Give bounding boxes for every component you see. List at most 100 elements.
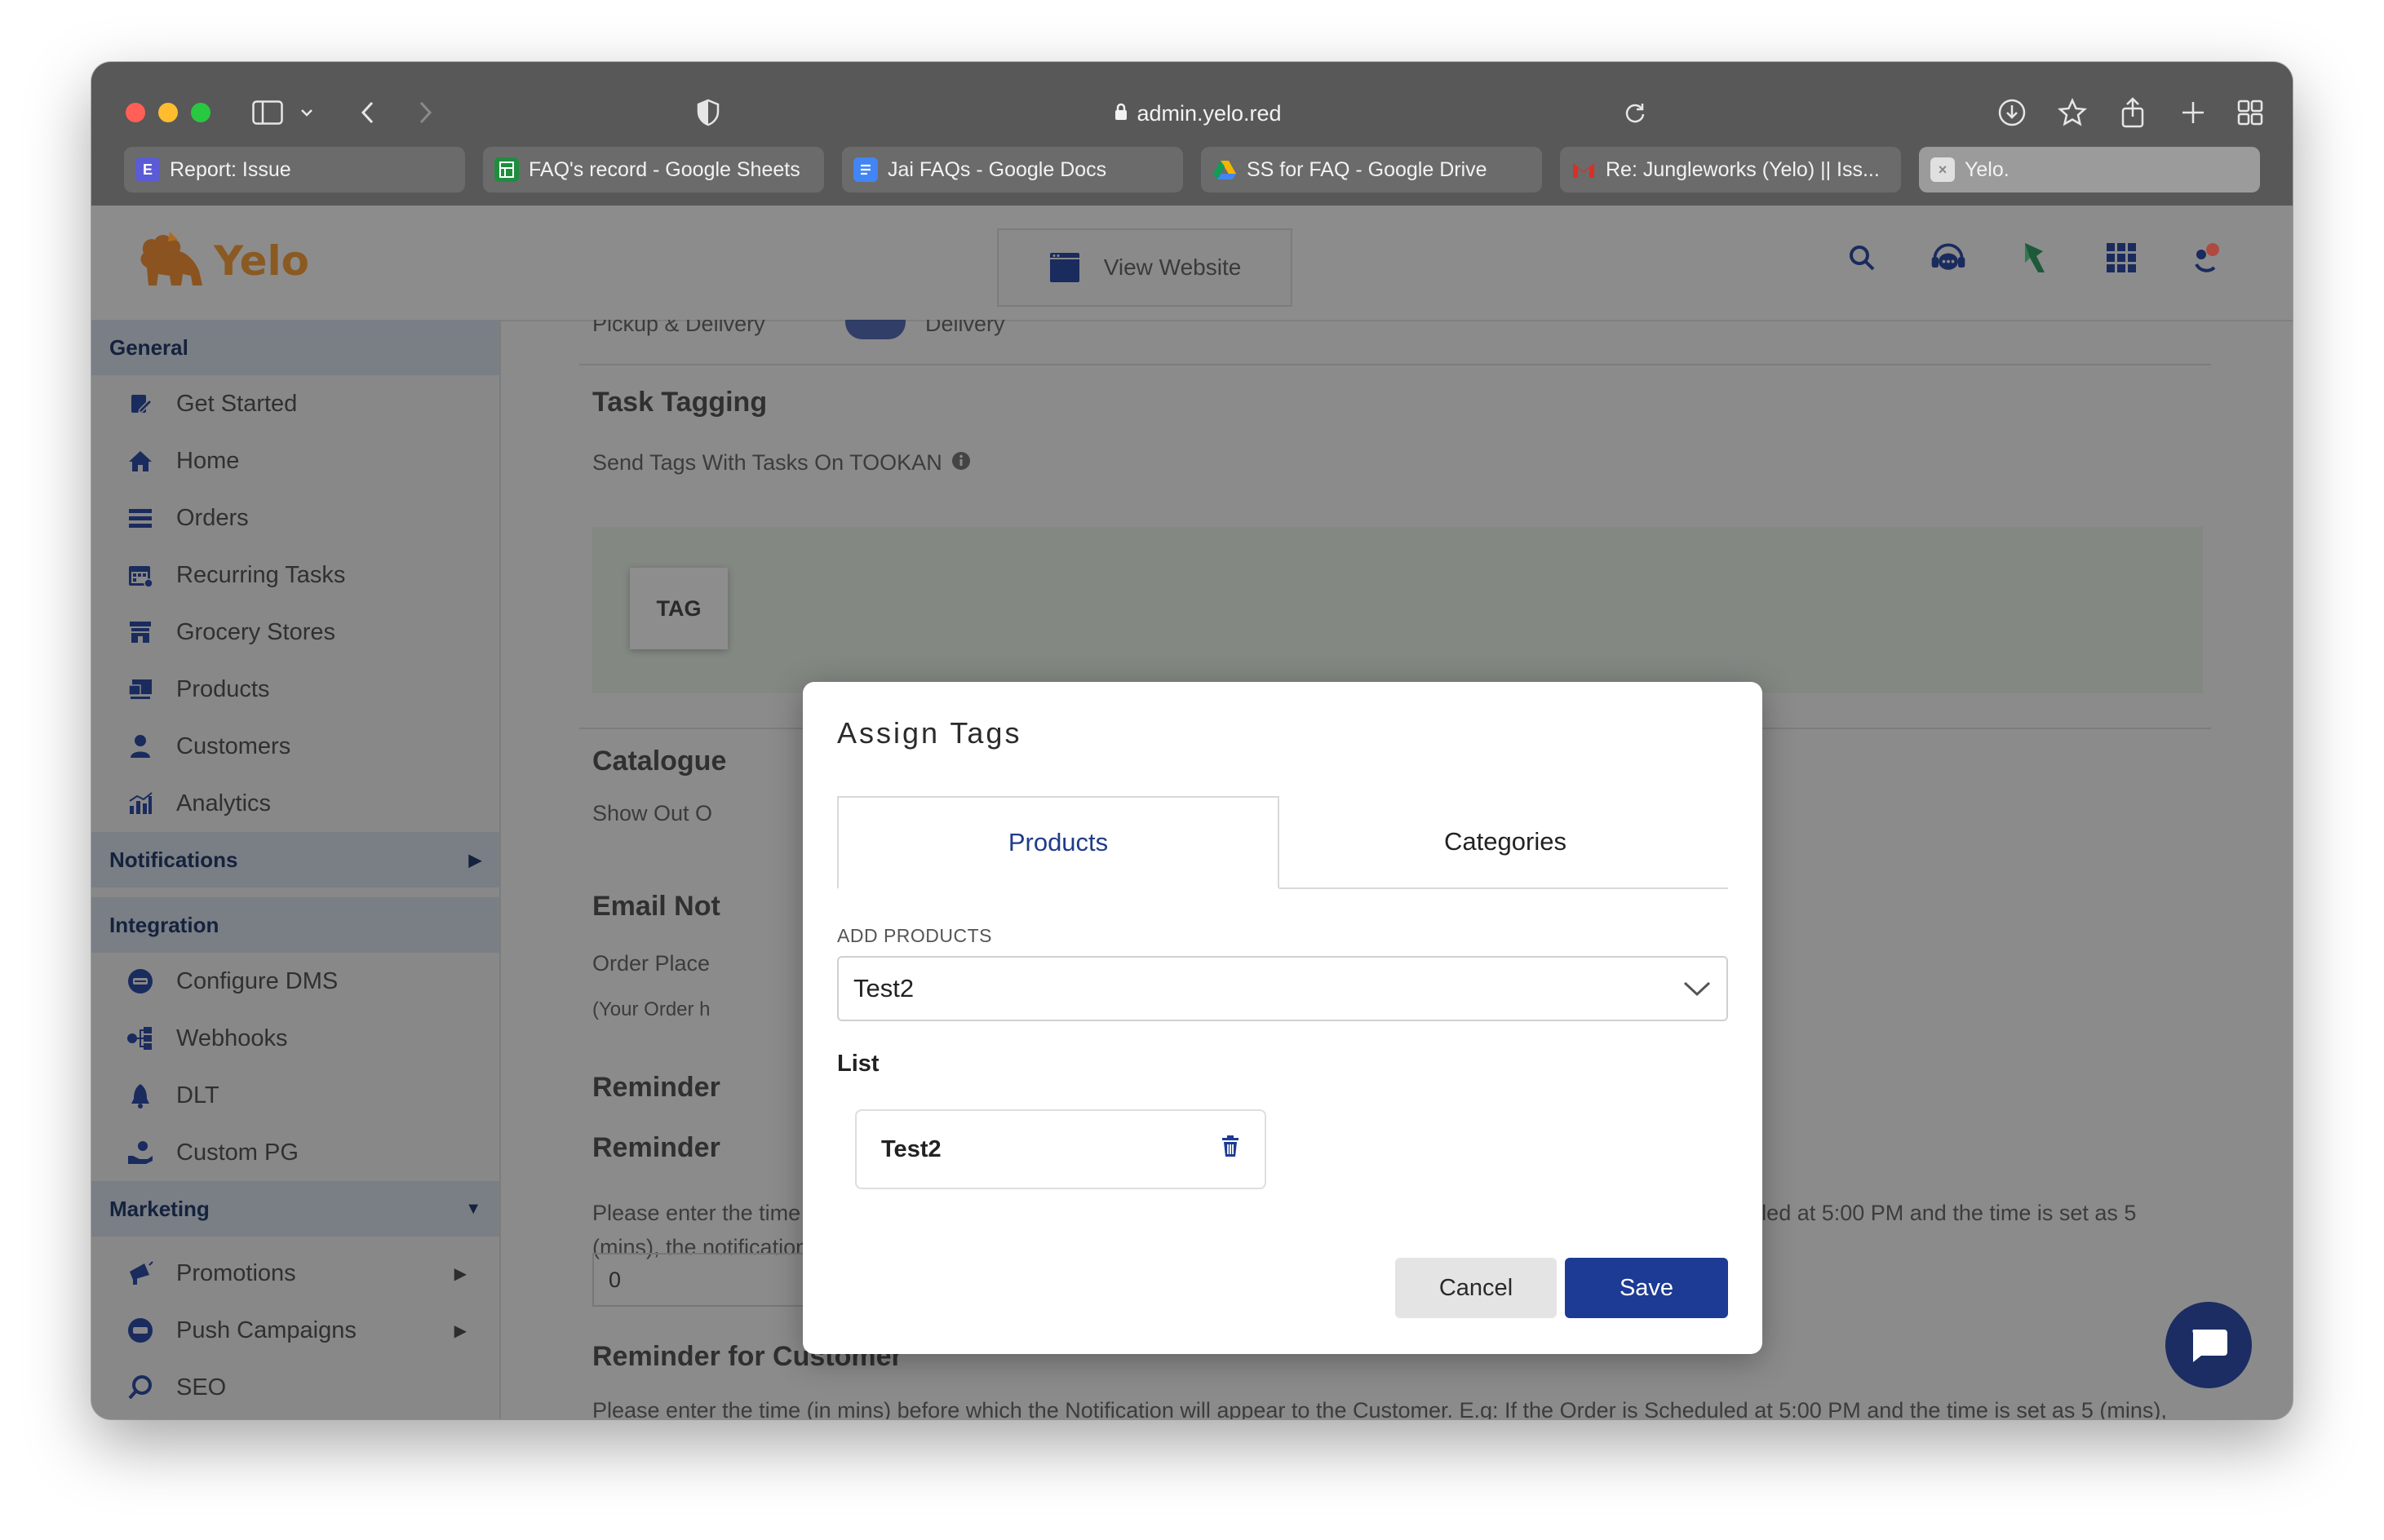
sidebar-item-grocery-stores[interactable]: Grocery Stores [91,604,499,661]
tab-title: Re: Jungleworks (Yelo) || Iss... [1606,157,1880,181]
analytics-icon [124,787,157,820]
sidebar-item-label: Recurring Tasks [176,561,346,588]
info-icon[interactable] [951,451,971,476]
sidebar-item-label: Promotions [176,1259,296,1286]
new-tab-icon[interactable] [2175,91,2211,134]
forward-icon[interactable] [410,91,442,134]
tab-title: Jai FAQs - Google Docs [888,157,1107,181]
tab-products[interactable]: Products [837,796,1279,889]
sidebar-item-push-campaigns[interactable]: Push Campaigns ▶ [91,1302,499,1359]
sidebar-item-label: Home [176,447,240,474]
sidebar-item-home[interactable]: Home [91,432,499,489]
browser-tab[interactable]: Re: Jungleworks (Yelo) || Iss... [1560,147,1901,192]
browser-tab[interactable]: Jai FAQs - Google Docs [842,147,1183,192]
sidebar-item-analytics[interactable]: Analytics [91,775,499,832]
list-item: Test2 [855,1109,1266,1189]
customer-icon [124,730,157,763]
sidebar-item-dlt[interactable]: DLT [91,1067,499,1124]
delivery-mode-label: Pickup & Delivery [592,320,765,336]
tab-overview-icon[interactable] [2232,91,2268,134]
send-tags-label: Send Tags With Tasks On TOOKAN [592,450,971,476]
browser-window: admin.yelo.red E Report: Issue FAQ's rec… [91,62,2293,1419]
maximize-window-button[interactable] [191,103,210,122]
delivery-toggle[interactable] [845,320,906,339]
sidebar-item-orders[interactable]: Orders [91,489,499,547]
close-window-button[interactable] [126,103,145,122]
back-icon[interactable] [351,91,383,134]
bird-app-icon[interactable] [2015,238,2054,277]
sidebar-item-label: Configure DMS [176,967,339,994]
tab-title: FAQ's record - Google Sheets [529,157,800,181]
tags-container: TAG [592,527,2203,693]
product-select[interactable]: Test2 [837,956,1728,1021]
share-icon[interactable] [2115,91,2151,134]
yelo-logo[interactable]: Yelo [132,228,309,294]
sidebar-item-label: Push Campaigns [176,1317,357,1343]
browser-tab-active[interactable]: × Yelo. [1919,147,2260,192]
sidebar-item-get-started[interactable]: Get Started [91,375,499,432]
save-button[interactable]: Save [1565,1258,1728,1318]
browser-tab[interactable]: SS for FAQ - Google Drive [1201,147,1542,192]
sidebar-item-configure-dms[interactable]: Configure DMS [91,953,499,1010]
sidebar-item-webhooks[interactable]: Webhooks [91,1010,499,1067]
sidebar: General Get Started Home Orders Recurrin… [91,320,501,1419]
section-label: Notifications [109,847,238,872]
sidebar-section-integration[interactable]: Integration [91,897,499,953]
tab-strip: E Report: Issue FAQ's record - Google Sh… [124,147,2260,192]
browser-tab[interactable]: FAQ's record - Google Sheets [483,147,824,192]
yelo-favicon-icon: × [1930,157,1955,182]
dlt-bell-icon [124,1079,157,1112]
products-icon [124,673,157,706]
sidebar-item-customers[interactable]: Customers [91,718,499,775]
privacy-shield-icon[interactable] [692,91,725,134]
section-label: Integration [109,912,219,937]
input-value: 0 [609,1267,622,1292]
app-header: Yelo View Website [91,206,2293,321]
section-label: Marketing [109,1196,210,1221]
payment-hand-icon [124,1136,157,1169]
catalogue-heading: Catalogue [592,746,727,777]
add-products-label: ADD PRODUCTS [837,925,993,946]
download-icon[interactable] [1994,91,2030,134]
reminder-store-heading: Reminder [592,1132,720,1163]
tag-card[interactable]: TAG [630,568,728,649]
chevron-down-icon [1682,974,1712,1003]
task-tagging-heading: Task Tagging [592,387,768,418]
search-icon[interactable] [1842,238,1881,277]
delivery-option-label: Delivery [925,320,1005,336]
sidebar-item-seo[interactable]: SEO [91,1359,499,1416]
caret-right-icon: ▶ [468,851,481,870]
calendar-icon [124,559,157,591]
cancel-button[interactable]: Cancel [1395,1258,1557,1318]
profile-avatar-icon[interactable] [2188,238,2227,277]
sidebar-item-label: Products [176,675,270,702]
bookmark-star-icon[interactable] [2054,91,2090,134]
chevron-down-icon[interactable] [295,91,318,134]
address-bar[interactable]: admin.yelo.red [749,82,1646,145]
sidebar-item-products[interactable]: Products [91,661,499,718]
order-note-label: (Your Order h [592,998,711,1020]
store-icon [124,616,157,648]
reload-icon[interactable] [1624,101,1646,130]
sidebar-item-label: Orders [176,504,249,531]
sidebar-item-recurring-tasks[interactable]: Recurring Tasks [91,547,499,604]
order-placed-label: Order Place [592,951,711,976]
apps-grid-icon[interactable] [2102,238,2141,277]
sidebar-section-notifications[interactable]: Notifications ▶ [91,832,499,887]
caret-down-icon: ▼ [465,1199,481,1218]
support-headset-icon[interactable] [1929,238,1968,277]
trash-icon[interactable] [1221,1135,1240,1164]
sidebar-section-marketing[interactable]: Marketing ▼ [91,1181,499,1237]
sheets-icon [494,157,519,182]
chat-launcher-button[interactable] [2165,1302,2252,1388]
modal-tabs: Products Categories [837,796,1728,889]
sidebar-item-custom-pg[interactable]: Custom PG [91,1124,499,1181]
minimize-window-button[interactable] [158,103,178,122]
sidebar-item-promotions[interactable]: Promotions ▶ [91,1245,499,1302]
browser-tab[interactable]: E Report: Issue [124,147,465,192]
sidebar-section-general[interactable]: General [91,320,499,375]
sidebar-toggle-icon[interactable] [246,91,289,134]
tab-categories[interactable]: Categories [1283,796,1728,887]
reminder-customer-description: Please enter the time (in mins) before w… [592,1398,2167,1419]
view-website-button[interactable]: View Website [997,228,1292,307]
